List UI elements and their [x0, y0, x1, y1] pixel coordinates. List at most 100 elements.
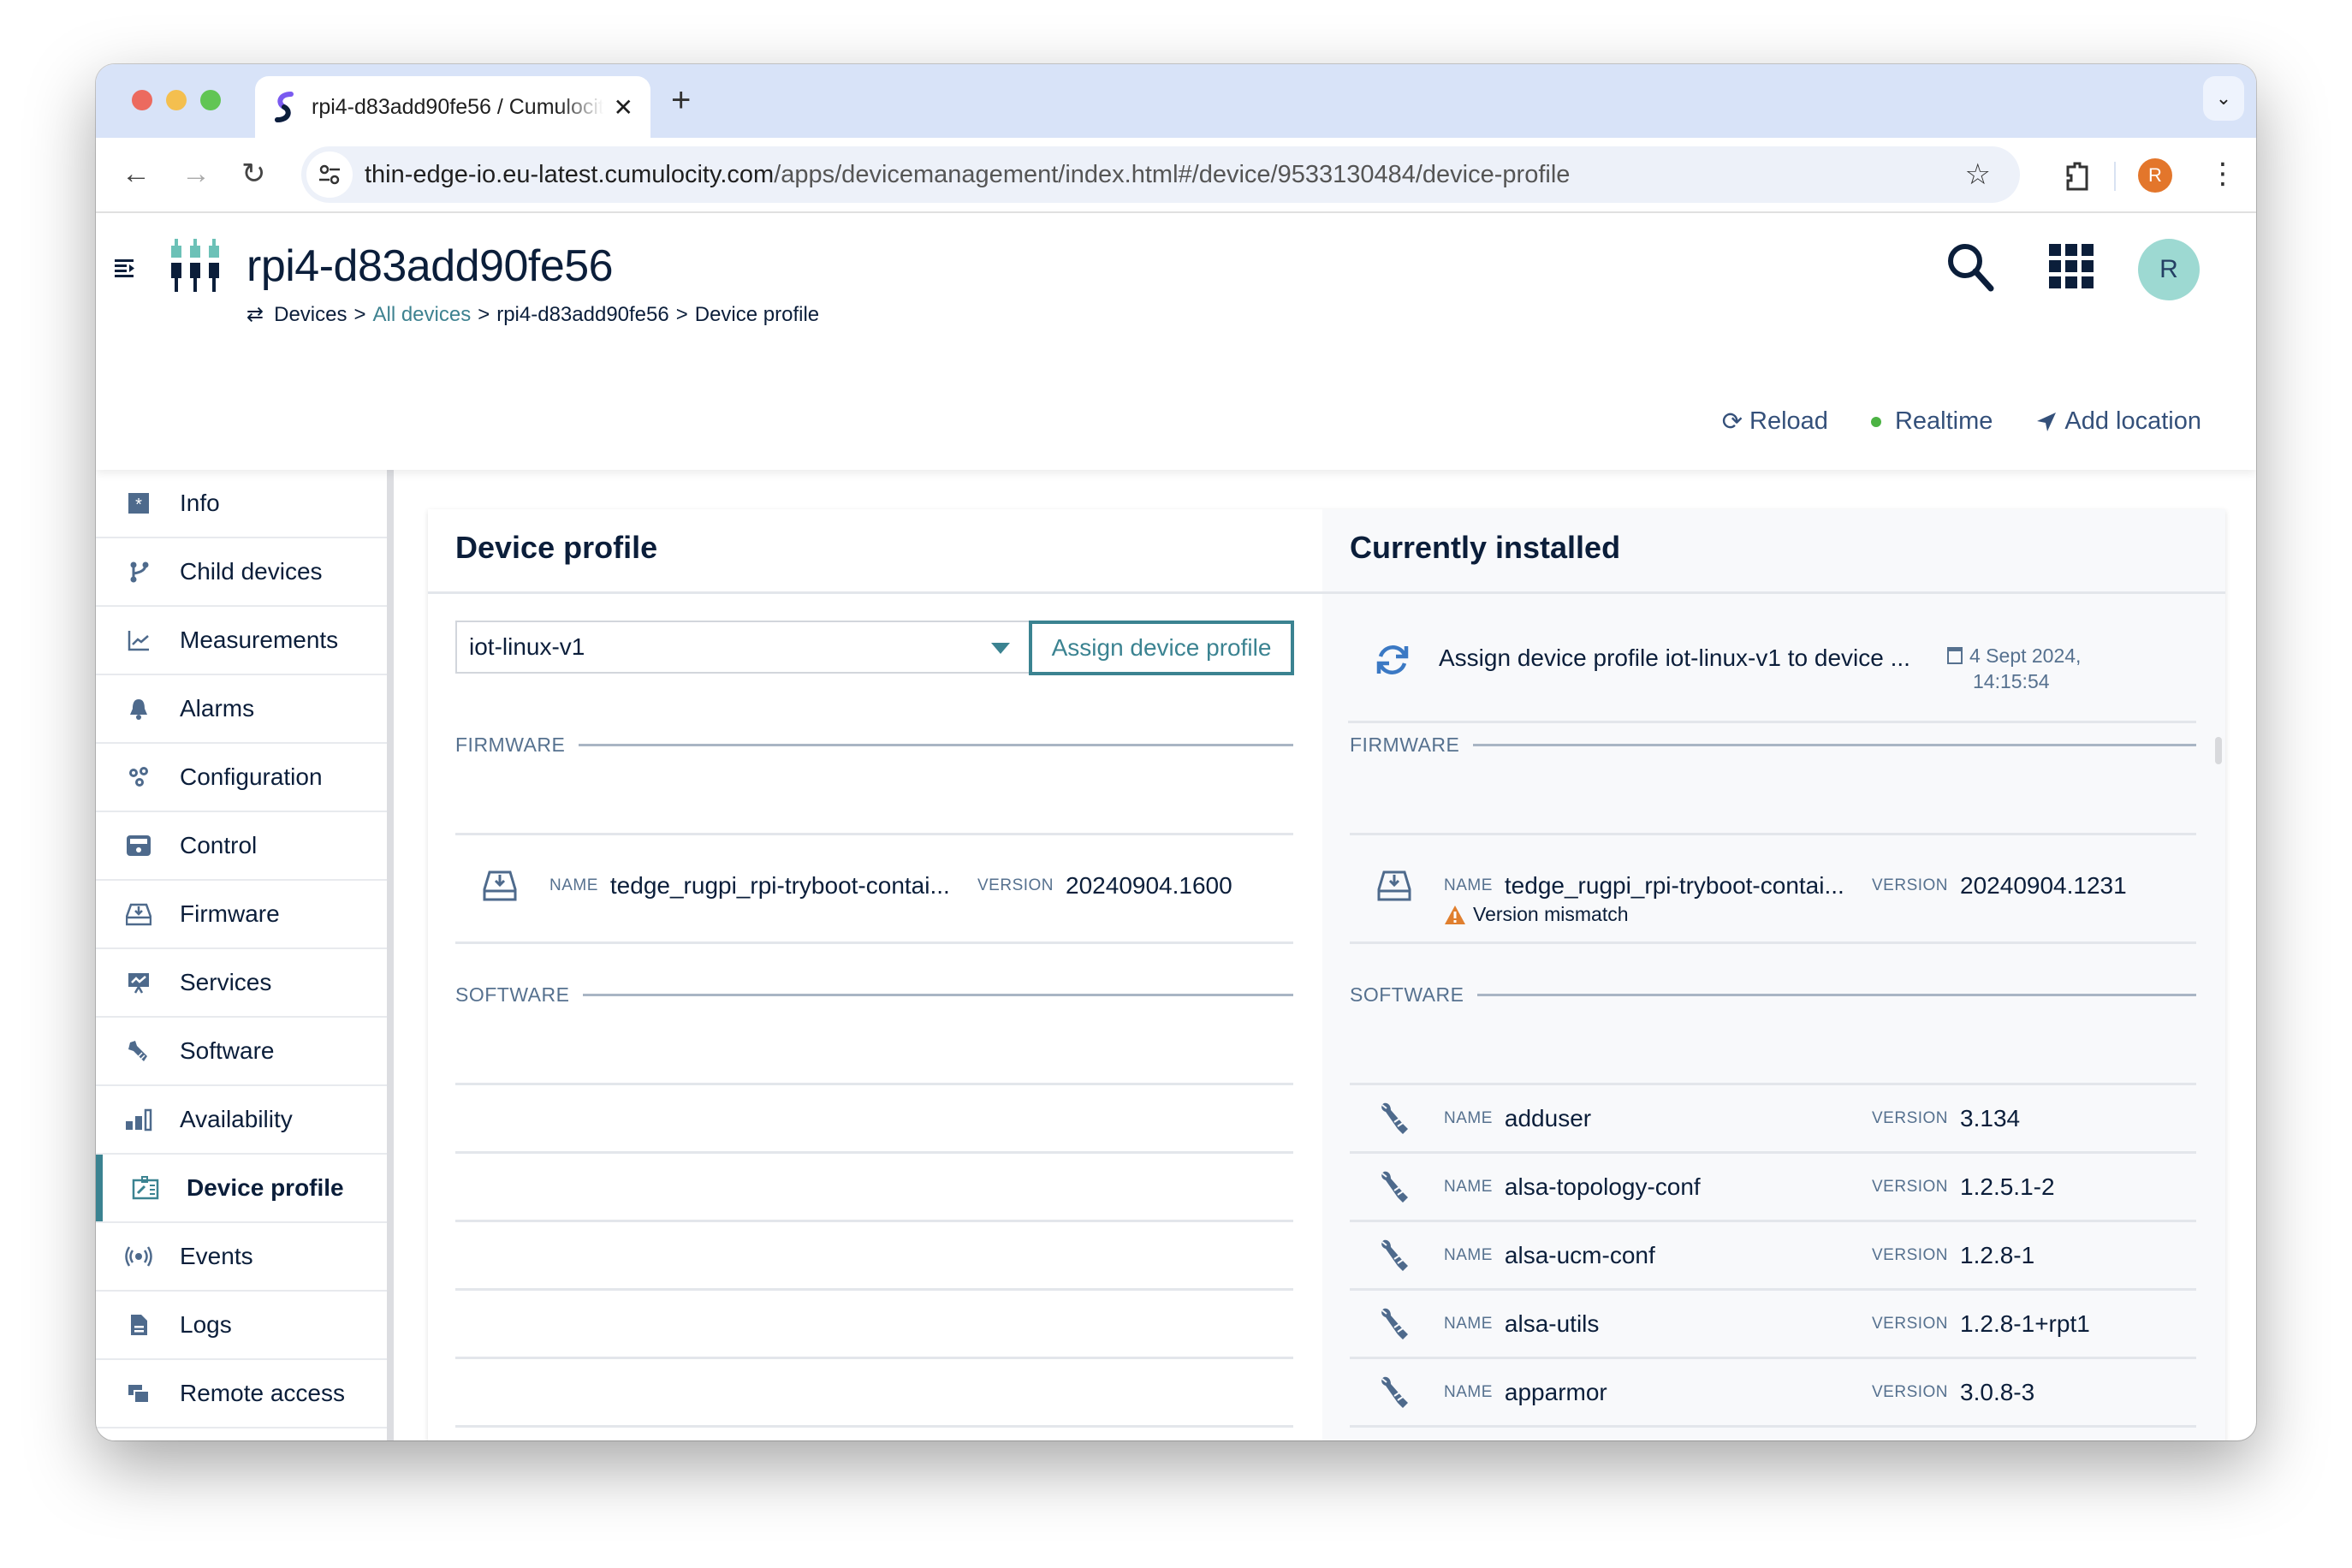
sidebar-item-label: Device profile [187, 1174, 344, 1201]
version-label: VERSION [1872, 876, 1949, 894]
realtime-toggle[interactable]: Realtime [1870, 407, 1993, 437]
sidebar-item-label: Firmware [180, 900, 280, 927]
breadcrumb-devices: Devices [274, 302, 347, 326]
software-icon [1381, 1171, 1408, 1203]
sidebar-item-logs[interactable]: Logs [96, 1292, 387, 1360]
firmware-version: 20240904.1600 [1066, 872, 1232, 899]
name-label: NAME [1444, 1383, 1493, 1401]
search-icon[interactable] [1945, 241, 1998, 294]
sidebar-item-events[interactable]: Events [96, 1223, 387, 1292]
sidebar-item-label: Configuration [180, 763, 323, 790]
add-location-button[interactable]: Add location [2035, 407, 2201, 437]
sidebar-scrollbar[interactable] [387, 470, 394, 1440]
address-bar[interactable]: thin-edge-io.eu-latest.cumulocity.com/ap… [301, 146, 2020, 203]
divider [455, 1151, 1293, 1154]
divider [1473, 744, 2196, 746]
availability-icon [125, 1106, 152, 1133]
divider [583, 994, 1293, 996]
software-version: 1.2.8-1+rpt1 [1960, 1310, 2090, 1337]
operation-time: 14:15:54 [1973, 670, 2050, 692]
sidebar-item-device-profile[interactable]: Device profile [96, 1155, 387, 1223]
operation-row[interactable]: Assign device profile iot-linux-v1 to de… [1348, 621, 2196, 723]
software-row: NAME alsa-utils VERSION 1.2.8-1+rpt1 [1350, 1290, 2196, 1358]
sidebar-item-label: Control [180, 832, 258, 858]
close-tab-icon[interactable]: ✕ [614, 93, 633, 122]
extensions-icon[interactable] [2063, 160, 2092, 193]
installed-firmware-name: tedge_rugpi_rpi-tryboot-contai... [1504, 872, 1844, 899]
close-window-button[interactable] [132, 90, 152, 110]
menu-toggle-icon[interactable] [113, 256, 139, 282]
sidebar-item-label: Logs [180, 1311, 232, 1338]
browser-tab[interactable]: rpi4-d83add90fe56 / Cumulocity ✕ [255, 76, 650, 138]
sidebar-item-services[interactable]: Services [96, 949, 387, 1018]
divider [1350, 941, 2196, 944]
caret-down-icon [991, 643, 1010, 654]
maximize-window-button[interactable] [200, 90, 221, 110]
svg-text:*: * [135, 496, 142, 514]
device-profile-icon [132, 1174, 159, 1202]
back-button[interactable]: ← [122, 157, 151, 191]
software-name: adduser [1504, 1105, 1592, 1131]
sidebar-item-software[interactable]: Software [96, 1018, 387, 1086]
forward-button[interactable]: → [181, 157, 211, 191]
child-devices-icon [125, 558, 152, 585]
software-section-header: SOFTWARE [455, 983, 1293, 1007]
breadcrumb: ⇄ Devices > All devices > rpi4-d83add90f… [246, 302, 819, 327]
name-label: NAME [549, 876, 598, 894]
services-icon [125, 969, 152, 996]
browser-menu-icon[interactable]: ⋮ [2208, 157, 2237, 191]
minimize-window-button[interactable] [166, 90, 187, 110]
reload-page-button[interactable]: ↻ [241, 157, 266, 191]
version-label: VERSION [1872, 1383, 1949, 1401]
content-scrollbar[interactable] [2215, 737, 2222, 764]
breadcrumb-device: rpi4-d83add90fe56 [496, 302, 669, 326]
sidebar-item-control[interactable]: Control [96, 812, 387, 881]
new-tab-button[interactable]: + [671, 83, 691, 117]
firmware-name: tedge_rugpi_rpi-tryboot-contai... [609, 872, 950, 899]
sidebar-item-label: Remote access [180, 1380, 345, 1406]
version-label: VERSION [1872, 1315, 1949, 1333]
sidebar-item-availability[interactable]: Availability [96, 1086, 387, 1155]
installed-firmware-section-header: FIRMWARE [1350, 734, 2196, 757]
user-avatar[interactable]: R [2138, 239, 2200, 300]
software-header-label: SOFTWARE [455, 983, 570, 1006]
reload-button[interactable]: ⟳ Reload [1722, 407, 1828, 437]
sidebar-item-configuration[interactable]: Configuration [96, 744, 387, 812]
sidebar-item-remote-access[interactable]: Remote access [96, 1360, 387, 1428]
switch-icon[interactable]: ⇄ [246, 302, 264, 327]
divider [455, 941, 1293, 944]
site-settings-icon[interactable] [306, 151, 353, 198]
sidebar-item-child-devices[interactable]: Child devices [96, 538, 387, 607]
tab-search-button[interactable]: ⌄ [2203, 76, 2244, 121]
breadcrumb-all-devices[interactable]: All devices [372, 303, 471, 327]
reload-label: Reload [1749, 407, 1828, 435]
software-icon [1381, 1102, 1408, 1134]
calendar-icon [1947, 647, 1963, 664]
chevron-down-icon: ⌄ [2215, 87, 2232, 109]
sidebar-item-firmware[interactable]: Firmware [96, 881, 387, 949]
browser-profile-avatar[interactable]: R [2138, 158, 2172, 193]
operation-date: 4 Sept 2024, [1969, 644, 2082, 667]
sidebar-item-info[interactable]: * Info [96, 470, 387, 538]
divider [455, 1357, 1293, 1359]
software-icon [1381, 1308, 1408, 1339]
url-host: thin-edge-io.eu-latest.cumulocity.com [365, 160, 775, 188]
divider [579, 744, 1293, 746]
device-profile-select[interactable]: iot-linux-v1 [455, 621, 1030, 674]
remote-access-icon [125, 1380, 152, 1407]
software-row: NAME apparmor VERSION 3.0.8-3 [1350, 1358, 2196, 1427]
divider [455, 1220, 1293, 1222]
url-text[interactable]: thin-edge-io.eu-latest.cumulocity.com/ap… [365, 161, 1570, 189]
version-label: VERSION [1872, 1246, 1949, 1264]
sidebar-item-alarms[interactable]: Alarms [96, 675, 387, 744]
sidebar-item-measurements[interactable]: Measurements [96, 607, 387, 675]
sidebar-item-shell[interactable]: Shell [96, 1428, 387, 1440]
installed-software-section-header: SOFTWARE [1350, 983, 2196, 1007]
sidebar-item-label: Events [180, 1243, 253, 1269]
app-switcher-icon[interactable] [2049, 244, 2094, 288]
events-icon [125, 1243, 152, 1270]
sidebar-item-label: Info [180, 490, 220, 516]
tab-title: rpi4-d83add90fe56 / Cumulocity [312, 94, 603, 119]
assign-device-profile-button[interactable]: Assign device profile [1029, 621, 1294, 675]
bookmark-star-icon[interactable]: ☆ [1965, 158, 1991, 191]
